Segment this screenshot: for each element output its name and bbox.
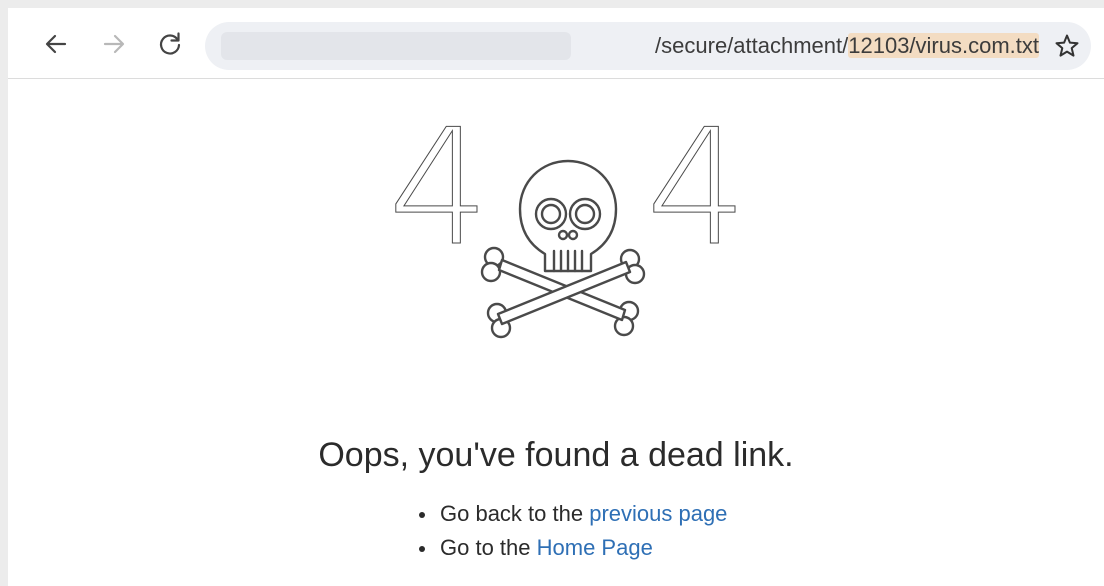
url-path: /secure/attachment/ <box>655 33 849 58</box>
url-text: /secure/attachment/12103/virus.com.txt <box>655 33 1039 59</box>
forward-arrow-icon[interactable] <box>100 30 128 58</box>
browser-toolbar: /secure/attachment/12103/virus.com.txt <box>8 8 1104 79</box>
recovery-links-list: Go back to the previous page Go to the H… <box>416 497 727 565</box>
list-item-text: Go back to the <box>440 501 590 526</box>
star-icon[interactable] <box>1053 32 1081 60</box>
home-page-link[interactable]: Home Page <box>537 535 653 560</box>
address-bar[interactable]: /secure/attachment/12103/virus.com.txt <box>205 22 1091 70</box>
error-headline: Oops, you've found a dead link. <box>318 436 794 474</box>
list-item: Go back to the previous page <box>416 497 727 531</box>
previous-page-link[interactable]: previous page <box>589 501 727 526</box>
error-page: 4 4 Oops, you've found a dead link. Go b… <box>8 79 1104 586</box>
browser-window: /secure/attachment/12103/virus.com.txt 4… <box>8 8 1104 586</box>
url-highlight: 12103/virus.com.txt <box>848 33 1039 58</box>
list-item-text: Go to the <box>440 535 537 560</box>
list-item: Go to the Home Page <box>416 531 727 565</box>
back-arrow-icon[interactable] <box>42 30 70 58</box>
url-domain-redacted <box>221 32 571 60</box>
reload-icon[interactable] <box>156 30 184 58</box>
error-code-left: 4 <box>388 121 490 281</box>
skull-crossbones-icon <box>480 159 646 339</box>
error-404-graphic: 4 4 <box>388 121 748 339</box>
error-code-right: 4 <box>646 121 748 281</box>
